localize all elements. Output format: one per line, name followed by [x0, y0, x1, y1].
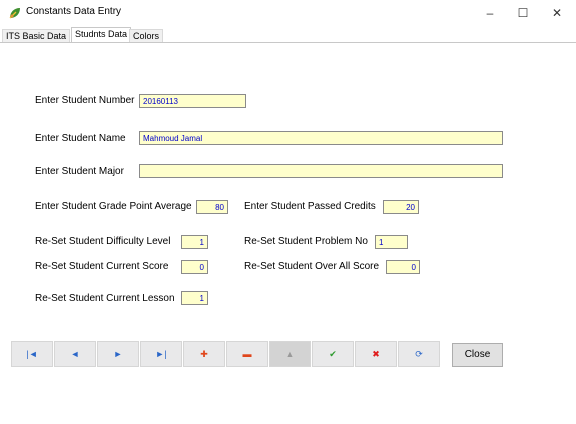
cancel-record-button[interactable]: ✖ — [355, 341, 397, 367]
next-record-button[interactable]: ► — [97, 341, 139, 367]
student-number-field[interactable]: 20160113 — [139, 94, 246, 108]
tab-colors[interactable]: Colors — [129, 29, 164, 43]
current-lesson-label: Re-Set Student Current Lesson — [35, 293, 175, 304]
over-all-score-field[interactable]: 0 — [386, 260, 420, 274]
tab-studnts-data[interactable]: Studnts Data — [71, 27, 132, 43]
student-major-field[interactable] — [139, 164, 503, 178]
student-major-label: Enter Student Major — [35, 166, 124, 177]
last-record-icon: ►| — [155, 349, 167, 359]
minimize-button[interactable]: – — [473, 0, 507, 26]
tab-its-basic-data[interactable]: ITS Basic Data — [2, 29, 71, 43]
over-all-score-label: Re-Set Student Over All Score — [244, 261, 380, 272]
maximize-button[interactable]: ☐ — [506, 0, 540, 26]
first-record-icon: |◄ — [26, 349, 38, 359]
title-bar: Constants Data Entry – ☐ ✕ — [0, 0, 576, 26]
prior-record-icon: ◄ — [70, 349, 80, 359]
student-name-label: Enter Student Name — [35, 133, 126, 144]
grade-point-average-label: Enter Student Grade Point Average — [35, 201, 192, 212]
difficulty-level-field[interactable]: 1 — [181, 235, 208, 249]
record-navigator: |◄ ◄ ► ►| ✚ ▬ ▲ ✔ ✖ ⟳ — [11, 341, 441, 367]
triangle-up-icon: ▲ — [285, 349, 295, 359]
student-number-label: Enter Student Number — [35, 95, 135, 106]
tab-strip: ITS Basic Data Studnts Data Colors — [0, 27, 576, 43]
current-lesson-field[interactable]: 1 — [181, 291, 208, 305]
check-icon: ✔ — [329, 348, 337, 359]
current-score-label: Re-Set Student Current Score — [35, 261, 169, 272]
app-leaf-icon — [9, 8, 20, 19]
minus-icon: ▬ — [242, 349, 252, 359]
last-record-button[interactable]: ►| — [140, 341, 182, 367]
insert-record-button[interactable]: ✚ — [183, 341, 225, 367]
prior-record-button[interactable]: ◄ — [54, 341, 96, 367]
current-score-field[interactable]: 0 — [181, 260, 208, 274]
plus-icon: ✚ — [200, 348, 208, 359]
next-record-icon: ► — [113, 349, 123, 359]
delete-record-button[interactable]: ▬ — [226, 341, 268, 367]
x-icon: ✖ — [372, 348, 380, 359]
grade-point-average-field[interactable]: 80 — [196, 200, 228, 214]
passed-credits-field[interactable]: 20 — [383, 200, 419, 214]
refresh-icon: ⟳ — [415, 348, 423, 359]
close-button[interactable]: Close — [452, 343, 503, 367]
refresh-record-button[interactable]: ⟳ — [398, 341, 440, 367]
problem-no-label: Re-Set Student Problem No — [244, 236, 368, 247]
passed-credits-label: Enter Student Passed Credits — [244, 201, 376, 212]
difficulty-level-label: Re-Set Student Difficulty Level — [35, 236, 171, 247]
close-window-button[interactable]: ✕ — [540, 0, 574, 26]
post-record-button[interactable]: ✔ — [312, 341, 354, 367]
problem-no-field[interactable]: 1 — [375, 235, 408, 249]
first-record-button[interactable]: |◄ — [11, 341, 53, 367]
edit-record-button[interactable]: ▲ — [269, 341, 311, 367]
student-name-field[interactable]: Mahmoud Jamal — [139, 131, 503, 145]
window-title: Constants Data Entry — [26, 6, 122, 17]
